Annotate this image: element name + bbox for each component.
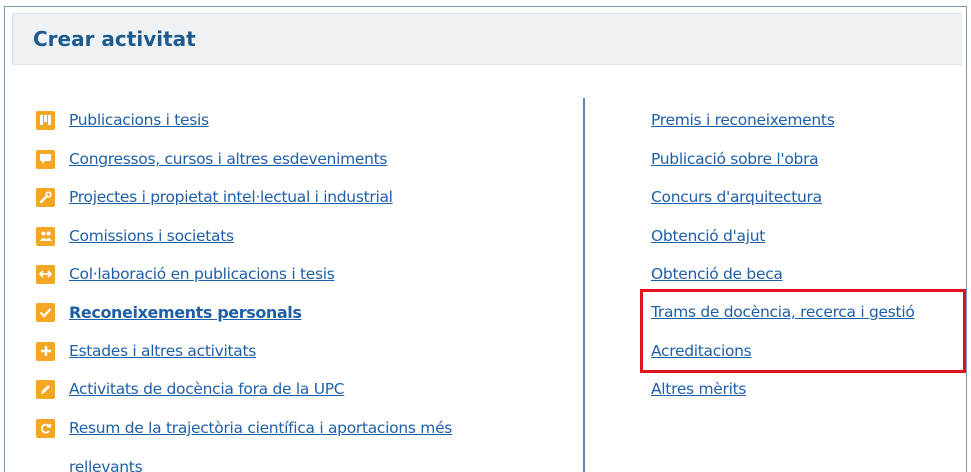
left-item-projectes[interactable]: Projectes i propietat intel·lectual i in…: [36, 184, 393, 210]
left-item-col-laboracio[interactable]: Col·laboració en publicacions i tesis: [36, 261, 335, 287]
speech-bubble-icon: [36, 149, 55, 169]
pencil-icon: [36, 379, 55, 399]
arrows-icon: [36, 264, 55, 284]
right-item-altres-merits[interactable]: Altres mèrits: [651, 376, 746, 402]
panel-header: Crear activitat: [12, 13, 962, 65]
link-obtencio-ajut[interactable]: Obtenció d'ajut: [651, 227, 765, 245]
link-resum-trajectoria-line2[interactable]: rellevants: [69, 458, 142, 472]
check-icon: [36, 302, 55, 322]
left-item-congressos[interactable]: Congressos, cursos i altres esdeveniment…: [36, 146, 388, 172]
link-publicacions-tesis[interactable]: Publicacions i tesis: [69, 111, 209, 129]
highlight-box: [640, 289, 966, 373]
panel-title: Crear activitat: [33, 27, 196, 51]
link-activitats-docencia[interactable]: Activitats de docència fora de la UPC: [69, 380, 345, 398]
link-premis[interactable]: Premis i reconeixements: [651, 111, 835, 129]
column-divider: [583, 98, 585, 472]
left-item-reconeixements[interactable]: Reconeixements personals: [36, 299, 302, 325]
right-item-publicacio-obra[interactable]: Publicació sobre l'obra: [651, 146, 819, 172]
left-item-estades[interactable]: Estades i altres activitats: [36, 338, 256, 364]
left-item-comissions[interactable]: Comissions i societats: [36, 223, 234, 249]
link-reconeixements-personals[interactable]: Reconeixements personals: [69, 303, 302, 322]
plus-icon: [36, 341, 55, 361]
right-item-ajut[interactable]: Obtenció d'ajut: [651, 223, 765, 249]
left-item-resum[interactable]: Resum de la trajectòria científica i apo…: [36, 415, 452, 441]
people-icon: [36, 226, 55, 246]
link-concurs-arquitectura[interactable]: Concurs d'arquitectura: [651, 188, 822, 206]
right-item-beca[interactable]: Obtenció de beca: [651, 261, 783, 287]
right-item-premis[interactable]: Premis i reconeixements: [651, 107, 835, 133]
link-comissions[interactable]: Comissions i societats: [69, 227, 234, 245]
right-item-concurs[interactable]: Concurs d'arquitectura: [651, 184, 822, 210]
left-item-publicacions[interactable]: Publicacions i tesis: [36, 107, 209, 133]
wrench-icon: [36, 187, 55, 207]
link-altres-merits[interactable]: Altres mèrits: [651, 380, 746, 398]
left-item-resum-line2[interactable]: rellevants: [69, 452, 142, 472]
link-congressos[interactable]: Congressos, cursos i altres esdeveniment…: [69, 150, 388, 168]
left-item-docencia[interactable]: Activitats de docència fora de la UPC: [36, 376, 345, 402]
book-icon: [36, 110, 55, 130]
link-estades[interactable]: Estades i altres activitats: [69, 342, 256, 360]
refresh-icon: [36, 418, 55, 438]
link-publicacio-obra[interactable]: Publicació sobre l'obra: [651, 150, 819, 168]
link-col-laboracio[interactable]: Col·laboració en publicacions i tesis: [69, 265, 335, 283]
link-resum-trajectoria[interactable]: Resum de la trajectòria científica i apo…: [69, 419, 452, 437]
link-obtencio-beca[interactable]: Obtenció de beca: [651, 265, 783, 283]
link-projectes[interactable]: Projectes i propietat intel·lectual i in…: [69, 188, 393, 206]
